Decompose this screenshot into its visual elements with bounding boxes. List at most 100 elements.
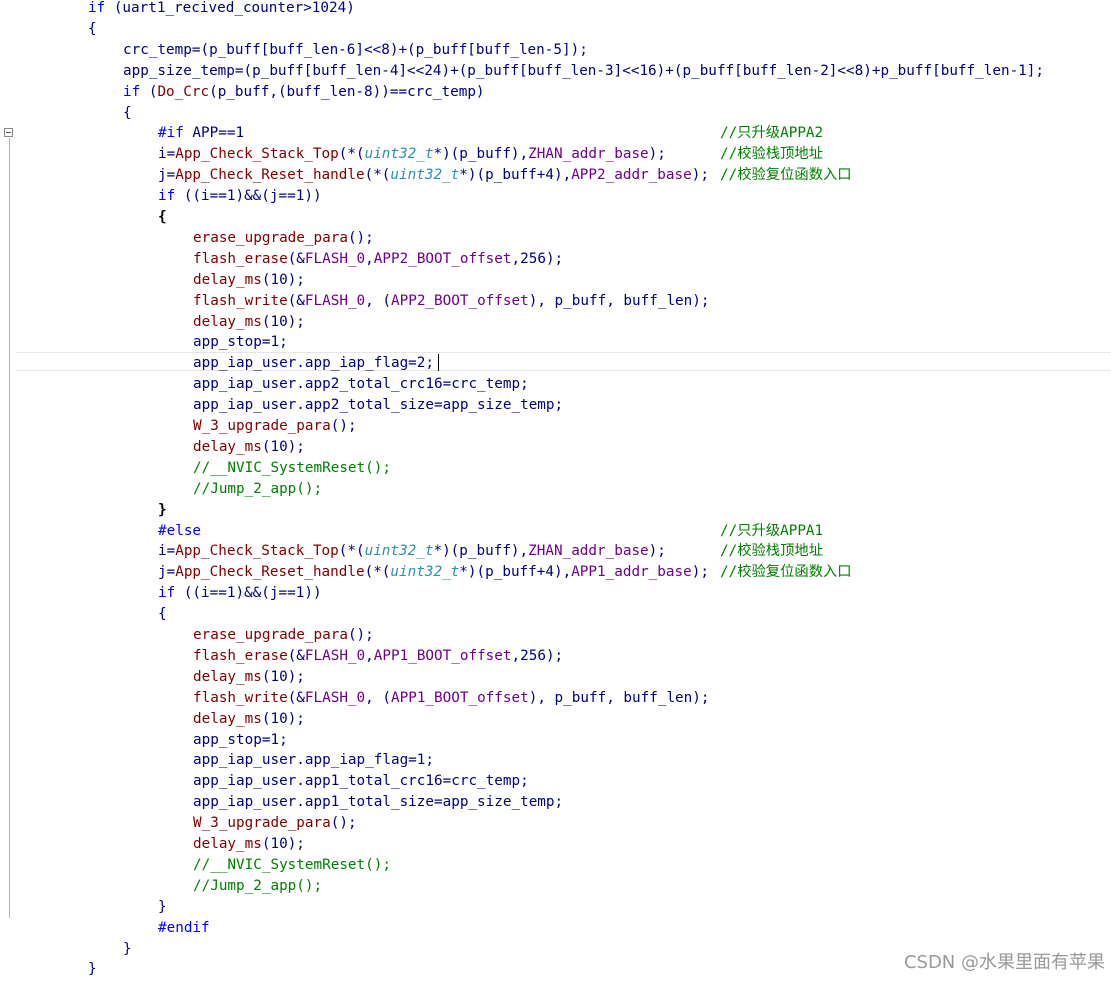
code-function-name: erase_upgrade_para [193, 627, 348, 643]
code-line[interactable]: if (uart1_recived_counter>1024) [88, 0, 1111, 19]
code-token: APP1_BOOT_offset [373, 647, 512, 664]
code-comment: //__NVIC_SystemReset(); [193, 459, 391, 476]
code-function-name: W_3_upgrade_para [193, 418, 331, 434]
code-line[interactable]: delay_ms(10); [193, 437, 1111, 458]
code-line[interactable]: { [158, 604, 1111, 625]
code-line[interactable]: //Jump_2_app(); [193, 876, 1111, 897]
code-function-name: delay_ms [193, 313, 262, 330]
code-line[interactable]: } [158, 500, 1111, 521]
code-line[interactable]: flash_write(&FLASH_0, (APP1_BOOT_offset)… [193, 688, 1111, 709]
code-line[interactable]: } [158, 897, 1111, 918]
code-line[interactable]: app_stop=1; [193, 730, 1111, 751]
code-line[interactable]: app_iap_user.app_iap_flag=2; [193, 353, 1111, 374]
code-line[interactable]: erase_upgrade_para(); [193, 625, 1111, 646]
code-line[interactable]: if ((i==1)&&(j==1)) [158, 583, 1111, 604]
code-token: ); [648, 543, 666, 560]
code-line[interactable]: app_iap_user.app1_total_crc16=crc_temp; [193, 771, 1111, 792]
code-token: (*( [364, 564, 391, 581]
code-token: { [158, 606, 167, 623]
code-function-name: App_Check_Stack_Top [175, 146, 339, 163]
code-token: ZHAN_addr_base [528, 146, 649, 163]
code-token: uint32_t [364, 146, 434, 163]
code-line[interactable]: app_iap_user.app2_total_crc16=crc_temp; [193, 374, 1111, 395]
code-line[interactable]: i=App_Check_Stack_Top(*(uint32_t*)(p_buf… [158, 144, 1111, 165]
code-function-name: erase_upgrade_para [193, 229, 348, 246]
code-line[interactable]: app_size_temp=(p_buff[buff_len-4]<<24)+(… [123, 61, 1111, 82]
code-line[interactable]: delay_ms(10); [193, 834, 1111, 855]
code-line[interactable]: app_iap_user.app1_total_size=app_size_te… [193, 792, 1111, 813]
code-line[interactable]: flash_erase(&FLASH_0,APP1_BOOT_offset,25… [193, 646, 1111, 667]
code-line[interactable]: { [158, 207, 1111, 228]
code-function-name: flash_erase [193, 250, 288, 267]
code-line[interactable]: flash_erase(&FLASH_0,APP2_BOOT_offset,25… [193, 249, 1111, 270]
code-token: } [158, 898, 167, 915]
code-line[interactable]: delay_ms(10); [193, 312, 1111, 333]
code-function-name: App_Check_Reset_handle [175, 564, 365, 581]
code-line[interactable]: W_3_upgrade_para(); [193, 416, 1111, 437]
code-token: uint32_t [364, 543, 434, 560]
code-area[interactable]: if (uart1_recived_counter>1024){crc_temp… [0, 0, 1111, 982]
code-token: } [123, 940, 132, 957]
code-function-name: delay_ms [193, 271, 262, 288]
code-token: app_iap_user.app_iap_flag=2; [193, 355, 435, 372]
code-line[interactable]: flash_write(&FLASH_0, (APP2_BOOT_offset)… [193, 291, 1111, 312]
code-line[interactable]: W_3_upgrade_para(); [193, 813, 1111, 834]
code-token: ); [691, 564, 709, 581]
code-line[interactable]: crc_temp=(p_buff[buff_len-6]<<8)+(p_buff… [123, 40, 1111, 61]
code-line[interactable]: //__NVIC_SystemReset(); [193, 458, 1111, 479]
code-line[interactable]: #if APP==1 //只升级APPA2 [158, 123, 1111, 144]
code-token: (& [287, 647, 305, 664]
code-token: app_iap_user.app2_total_crc16=crc_temp; [193, 376, 529, 393]
code-token: app_stop=1; [193, 731, 288, 748]
code-comment: //__NVIC_SystemReset(); [193, 856, 391, 873]
code-token: (& [287, 689, 305, 706]
code-token: uint32_t [390, 564, 460, 581]
code-token: } [158, 501, 167, 518]
code-line[interactable]: #endif [158, 918, 1111, 939]
code-token: { [158, 209, 167, 225]
code-token: ); [648, 146, 666, 163]
code-token: j= [158, 564, 176, 581]
code-line[interactable]: { [123, 103, 1111, 124]
code-line[interactable]: j=App_Check_Reset_handle(*(uint32_t*)(p_… [158, 165, 1111, 186]
code-line[interactable]: app_iap_user.app2_total_size=app_size_te… [193, 395, 1111, 416]
code-token: *)(p_buff), [433, 146, 529, 163]
code-token: ((i==1)&&(j==1)) [175, 585, 322, 602]
code-token: ); [691, 167, 709, 184]
code-function-name: flash_write [193, 689, 288, 706]
code-token: j= [158, 167, 176, 184]
code-token: (*( [338, 146, 365, 163]
code-token: *)(p_buff), [433, 543, 529, 560]
code-token: FLASH_0 [304, 689, 366, 706]
code-token: app_iap_user.app1_total_size=app_size_te… [193, 794, 564, 811]
code-keyword: #endif [158, 919, 210, 936]
code-line[interactable]: delay_ms(10); [193, 270, 1111, 291]
code-line[interactable]: i=App_Check_Stack_Top(*(uint32_t*)(p_buf… [158, 541, 1111, 562]
code-token: APP2_BOOT_offset [373, 250, 512, 267]
code-line[interactable]: app_iap_user.app_iap_flag=1; [193, 750, 1111, 771]
code-token: ZHAN_addr_base [528, 543, 649, 560]
code-line[interactable]: if ((i==1)&&(j==1)) [158, 186, 1111, 207]
code-editor[interactable]: if (uart1_recived_counter>1024){crc_temp… [0, 0, 1111, 982]
code-line[interactable]: app_stop=1; [193, 332, 1111, 353]
code-token: } [88, 961, 97, 978]
code-comment: //校验栈顶地址 [720, 146, 823, 163]
code-line[interactable]: j=App_Check_Reset_handle(*(uint32_t*)(p_… [158, 562, 1111, 583]
code-line[interactable]: erase_upgrade_para(); [193, 228, 1111, 249]
code-line[interactable]: delay_ms(10); [193, 709, 1111, 730]
code-line[interactable]: { [88, 19, 1111, 40]
code-line[interactable]: #else //只升级APPA1 [158, 521, 1111, 542]
code-line[interactable]: //__NVIC_SystemReset(); [193, 855, 1111, 876]
code-line[interactable]: delay_ms(10); [193, 667, 1111, 688]
code-token: (); [330, 418, 357, 434]
code-keyword: if [123, 83, 141, 100]
code-token: APP1_addr_base [571, 564, 692, 581]
code-token: *)(p_buff+4), [459, 564, 572, 581]
code-line[interactable]: //Jump_2_app(); [193, 479, 1111, 500]
code-token: uint32_t [390, 167, 460, 184]
code-comment: //Jump_2_app(); [193, 480, 323, 497]
code-line[interactable]: if (Do_Crc(p_buff,(buff_len-8))==crc_tem… [123, 82, 1111, 103]
code-token: (10); [261, 438, 305, 455]
code-function-name: delay_ms [193, 710, 262, 727]
code-token: (*( [338, 543, 365, 560]
